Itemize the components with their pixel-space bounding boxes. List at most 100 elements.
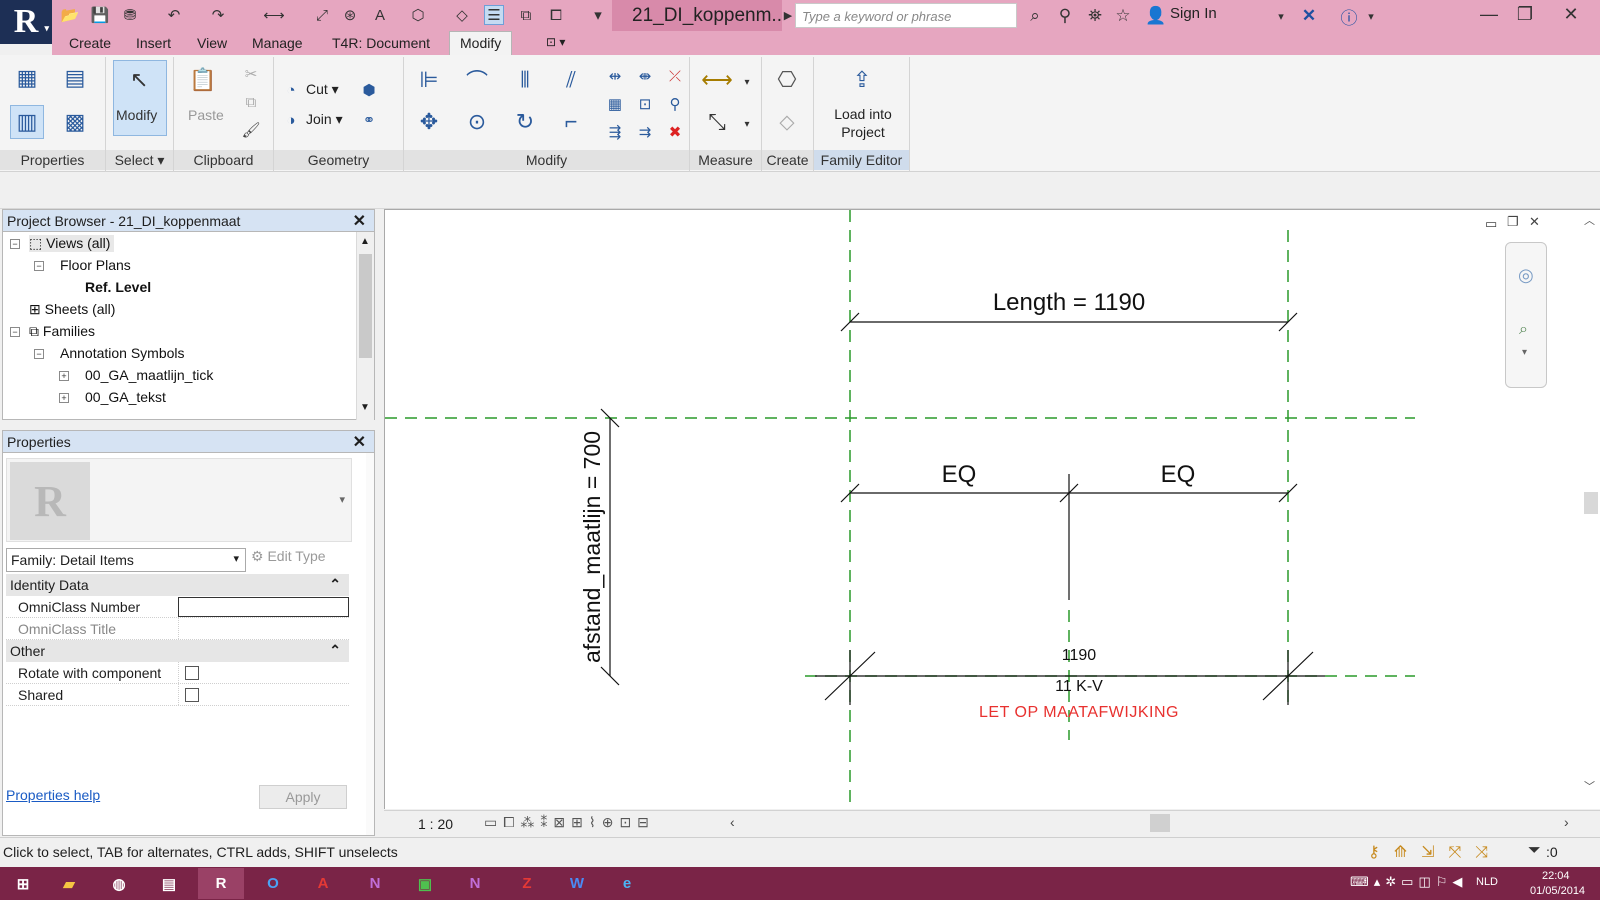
system-tray-icons[interactable]: ⌨▴✲▭◫⚐◀ — [1350, 874, 1467, 890]
scroll-thumb[interactable] — [359, 254, 372, 358]
outlook-icon[interactable]: O — [250, 868, 296, 899]
drawing-canvas[interactable]: Length = 1190 EQ EQ afstand_maatlijn = 7… — [384, 209, 1600, 810]
create-similar-icon[interactable]: ⬦ — [770, 105, 804, 139]
view-restore-icon[interactable]: ❐ — [1507, 214, 1519, 230]
family-types-icon[interactable]: ▤ — [58, 61, 92, 95]
close-properties-icon[interactable]: ✕ — [353, 432, 366, 452]
move-icon[interactable]: ✥ — [412, 105, 446, 139]
zoom-icon[interactable]: ⌕ — [1519, 321, 1528, 339]
zoom-dropdown-icon[interactable]: ▾ — [1522, 347, 1527, 358]
filter-icon[interactable]: ⏷ — [1528, 842, 1541, 860]
view-close-icon[interactable]: ✕ — [1529, 214, 1540, 230]
help-dropdown-icon[interactable]: ▾ — [1360, 5, 1382, 27]
pin-icon[interactable]: ⚲ — [664, 93, 686, 115]
value-1190-label[interactable]: 1190 — [1062, 647, 1097, 664]
trim-multiple-icon[interactable]: ⇶ — [604, 121, 626, 143]
split-element-icon[interactable]: ⇹ — [604, 65, 626, 87]
calculator-icon[interactable]: ▤ — [146, 868, 192, 899]
trim-extend-icon[interactable]: ⌐ — [554, 105, 588, 139]
selection-filter-icons[interactable]: ⚷⟰⇲⤧⤨ — [1368, 842, 1502, 862]
tab-manage[interactable]: Manage — [252, 35, 303, 51]
undo-icon[interactable]: ↶ — [164, 5, 184, 25]
steering-wheel-icon[interactable]: ◎ — [1518, 265, 1534, 286]
type-selector[interactable]: R ▾ — [6, 458, 352, 542]
collapse-families-icon[interactable]: − — [10, 327, 20, 337]
type-properties-icon[interactable]: ▥ — [10, 105, 44, 139]
help-icon[interactable]: ⓘ — [1338, 5, 1360, 28]
redo-icon[interactable]: ↷ — [208, 5, 228, 25]
warning-label[interactable]: LET OP MAATAFWIJKING — [979, 704, 1179, 721]
group-identity-data[interactable]: Identity Data ⌃ — [6, 574, 349, 596]
canvas-scroll-thumb[interactable] — [1584, 492, 1598, 514]
wall-joins-icon[interactable]: ⬢ — [358, 79, 380, 101]
word-icon[interactable]: W — [554, 868, 600, 899]
close-project-browser-icon[interactable]: ✕ — [353, 211, 366, 231]
communication-icon[interactable]: ⛯ — [1084, 5, 1106, 27]
file-explorer-icon[interactable]: ▰ — [46, 868, 92, 899]
tree-item-annotation-symbols[interactable]: Annotation Symbols — [60, 345, 185, 361]
close-hidden-icon[interactable]: ⧉ — [516, 5, 536, 25]
clock-time[interactable]: 22:04 — [1542, 870, 1570, 882]
mirror-draw-axis-icon[interactable]: ⫽ — [554, 63, 588, 97]
filezilla-icon[interactable]: Z — [504, 868, 550, 899]
shared-checkbox[interactable] — [185, 688, 199, 702]
eq-label-left[interactable]: EQ — [942, 461, 977, 488]
tab-view[interactable]: View — [197, 35, 227, 51]
onenote-icon[interactable]: N — [352, 868, 398, 899]
minimize-icon[interactable]: — — [1472, 0, 1506, 28]
save-icon[interactable]: 💾 — [90, 5, 110, 25]
measure-between-references-icon[interactable]: ⟷ — [700, 63, 734, 97]
collapse-floor-plans-icon[interactable]: − — [34, 261, 44, 271]
offset-icon[interactable]: ⌒ — [460, 63, 494, 97]
cut-geometry-icon[interactable]: ◔ — [280, 79, 302, 101]
close-window-icon[interactable]: ✕ — [1554, 0, 1588, 28]
collapse-annotation-symbols-icon[interactable]: − — [34, 349, 44, 359]
rotate-with-component-checkbox[interactable] — [185, 666, 199, 680]
panel-label-select[interactable]: Select ▾ — [106, 150, 173, 170]
delete-icon[interactable]: ✖ — [664, 121, 686, 143]
measure-icon[interactable]: ⟷ — [263, 5, 285, 25]
cut-icon[interactable]: ✂ — [240, 63, 262, 85]
aligned-dim-icon[interactable]: ⤡ — [700, 105, 734, 139]
section-icon[interactable]: ◇ — [452, 5, 472, 25]
measure-dropdown-icon[interactable]: ▾ — [736, 71, 758, 93]
array-icon[interactable]: ▦ — [604, 93, 626, 115]
tree-item-sheets-all[interactable]: ⊞ Sheets (all) — [29, 301, 115, 318]
collapse-views-icon[interactable]: − — [10, 239, 20, 249]
restore-icon[interactable]: ❐ — [1508, 0, 1542, 28]
acrobat-icon[interactable]: A — [300, 868, 346, 899]
code-label[interactable]: 11 K-V — [1055, 678, 1103, 695]
copy-icon[interactable]: ⧉ — [240, 91, 262, 113]
cut-geometry-label[interactable]: Cut ▾ — [306, 81, 339, 98]
view-scale[interactable]: 1 : 20 — [418, 816, 453, 832]
edit-type-button[interactable]: ⚙ Edit Type — [251, 548, 326, 565]
align-icon[interactable]: ⊫ — [412, 63, 446, 97]
tree-item-floor-plans[interactable]: Floor Plans — [60, 257, 131, 273]
view-control-icons[interactable]: ▭⧠⁂⁑⊠⊞⌇⊕⊡⊟ — [484, 814, 655, 831]
scroll-right-icon[interactable]: › — [1564, 814, 1569, 830]
search-input[interactable]: Type a keyword or phrase — [795, 3, 1017, 28]
expand-maatlijn-tick-icon[interactable]: + — [59, 371, 69, 381]
scroll-up-icon[interactable]: ▲ — [360, 236, 370, 247]
horizontal-scroll-thumb[interactable] — [1150, 814, 1170, 832]
scroll-down-icon[interactable]: ▼ — [360, 402, 370, 413]
open-icon[interactable]: 📂 — [60, 5, 80, 25]
tree-item-families[interactable]: ⧉ Families — [29, 323, 95, 340]
text-icon[interactable]: A — [370, 5, 390, 25]
group-other[interactable]: Other ⌃ — [6, 640, 349, 662]
load-into-project-icon[interactable]: ⇪ — [845, 63, 879, 97]
sign-in-dropdown-icon[interactable]: ▾ — [1270, 5, 1292, 27]
tab-t4r-document[interactable]: T4R: Document — [332, 35, 430, 51]
load-into-project-button[interactable]: Load into Project — [820, 105, 906, 141]
copy-element-icon[interactable]: ⊙ — [460, 105, 494, 139]
tab-overflow-icon[interactable]: ⊡ ▾ — [546, 35, 565, 49]
properties-palette-icon[interactable]: ▦ — [10, 61, 44, 95]
apply-button[interactable]: Apply — [259, 785, 347, 809]
match-properties-icon[interactable]: 🖌 — [240, 119, 262, 141]
canvas-vertical-scrollbar[interactable]: ︿ ﹀ — [1584, 212, 1598, 793]
customize-qat-icon[interactable]: ▾ — [588, 5, 608, 25]
tree-item-ga-tekst[interactable]: 00_GA_tekst — [85, 389, 166, 405]
clock-date[interactable]: 01/05/2014 — [1530, 885, 1585, 897]
type-selector-dropdown-icon[interactable]: ▾ — [339, 493, 345, 506]
paste-icon[interactable]: 📋 — [186, 63, 220, 97]
